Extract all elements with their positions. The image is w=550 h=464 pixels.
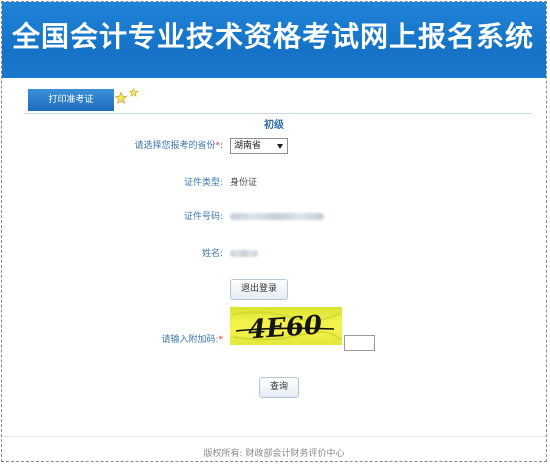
tab-print-admission-ticket[interactable]: 打印准考证 [28, 89, 114, 111]
svg-text:4E60: 4E60 [247, 310, 323, 345]
star-icon [129, 88, 138, 97]
footer-copyright: 版权所有: 财政部会计财务评价中心 [203, 449, 345, 459]
logout-button[interactable]: 退出登录 [230, 279, 288, 300]
header-banner: 全国会计专业技术资格考试网上报名系统 [2, 2, 546, 78]
name-label: 姓名: [201, 249, 223, 259]
dropdown-arrow-icon [277, 144, 283, 149]
name-redacted-value [230, 250, 258, 257]
id-type-value: 身份证 [230, 178, 258, 188]
captcha-input[interactable] [344, 335, 375, 351]
site-title: 全国会计专业技术资格考试网上报名系统 [12, 20, 535, 53]
id-number-row: 证件号码: [2, 209, 546, 225]
captcha-image[interactable]: 4E60 [230, 307, 342, 346]
id-number-label: 证件号码: [183, 212, 223, 222]
province-row: 请选择您报考的省份*: 湖南省 [2, 138, 546, 154]
tab-strip: 打印准考证 [24, 89, 532, 114]
query-button[interactable]: 查询 [259, 377, 299, 398]
id-type-label: 证件类型: [183, 178, 223, 188]
footer-divider [2, 436, 546, 437]
id-number-redacted-value [230, 213, 324, 220]
exam-level-title: 初级 [264, 120, 284, 131]
province-label: 请选择您报考的省份*: [134, 141, 223, 151]
name-row: 姓名: [2, 246, 546, 262]
id-type-row: 证件类型: 身份证 [2, 175, 546, 191]
province-select[interactable]: 湖南省 [230, 138, 288, 154]
page-frame: 全国会计专业技术资格考试网上报名系统 打印准考证 初级 请选择您报考的省份*: … [1, 1, 547, 462]
captcha-graphic: 4E60 [231, 310, 341, 346]
star-icon [115, 92, 127, 104]
captcha-label: 请输入附加码:* [161, 335, 223, 345]
